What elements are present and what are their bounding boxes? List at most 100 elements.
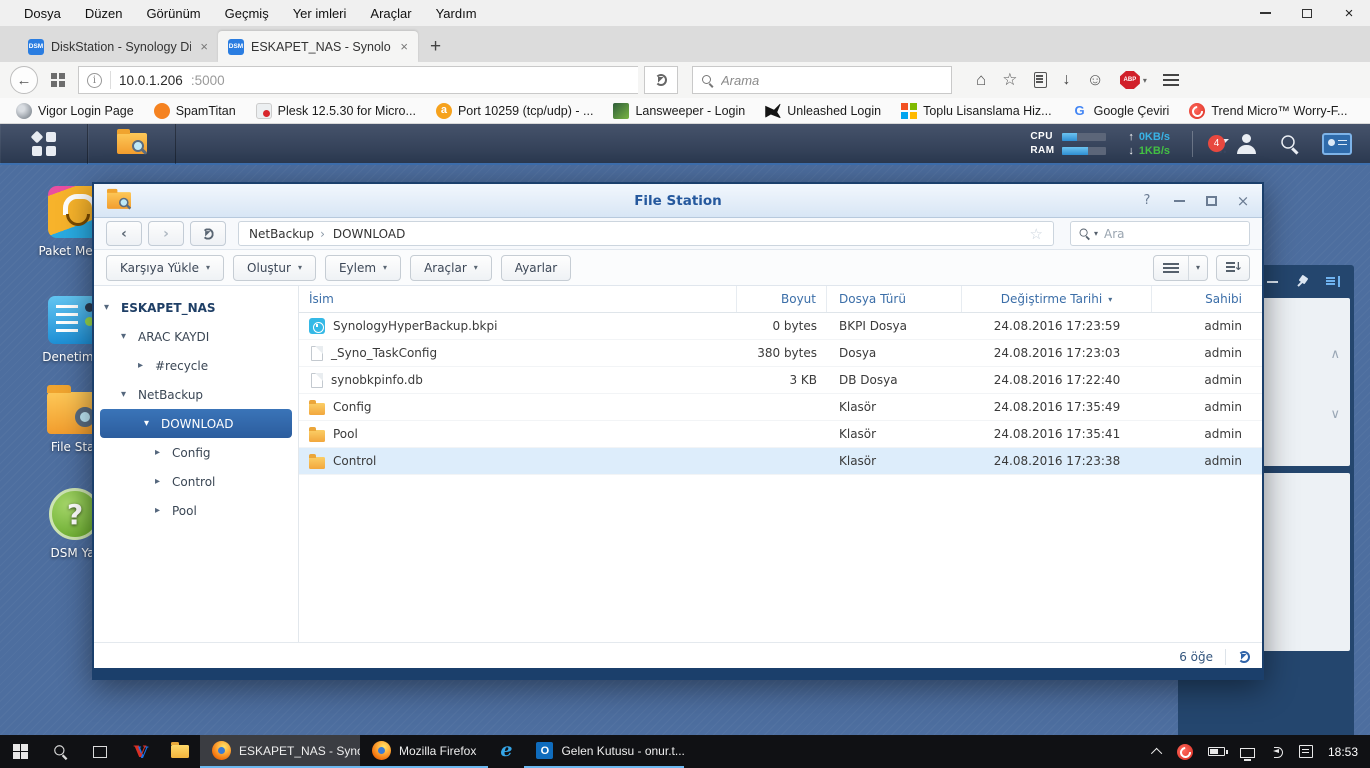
file-explorer-button[interactable]	[160, 735, 200, 768]
tree-item[interactable]: Control	[94, 467, 298, 496]
browser-tab[interactable]: DSM DiskStation - Synology Dis... ×	[18, 31, 218, 62]
browser-tab[interactable]: DSM ESKAPET_NAS - Synology ... ×	[218, 31, 418, 62]
menu-item[interactable]: Görünüm	[136, 3, 210, 24]
bookmarks-menu-icon[interactable]	[1034, 72, 1047, 88]
table-row[interactable]: _Syno_TaskConfig 380 bytes Dosya 24.08.2…	[299, 340, 1262, 367]
taskbar-search-button[interactable]	[40, 735, 80, 768]
main-menu-button[interactable]	[0, 124, 88, 164]
minimize-button[interactable]	[1170, 192, 1188, 210]
menu-item[interactable]: Dosya	[14, 3, 71, 24]
start-button[interactable]	[0, 735, 40, 768]
browser-search-input[interactable]	[721, 73, 943, 88]
menu-item[interactable]: Yer imleri	[283, 3, 357, 24]
table-row[interactable]: synobkpinfo.db 3 KB DB Dosya 24.08.2016 …	[299, 367, 1262, 394]
sort-button[interactable]	[1216, 255, 1250, 281]
v-app-button[interactable]: V	[120, 735, 160, 768]
tab-close-icon[interactable]: ×	[198, 39, 210, 54]
tree-expander-icon[interactable]	[155, 447, 165, 458]
adblock-button[interactable]: ABP ▾	[1120, 71, 1147, 89]
tree-item[interactable]: Pool	[94, 496, 298, 525]
bookmark-star-icon[interactable]: ☆	[1002, 70, 1017, 90]
tree-item[interactable]: ESKAPET_NAS	[94, 293, 298, 322]
tree-item[interactable]: DOWNLOAD	[100, 409, 292, 438]
tab-close-icon[interactable]: ×	[398, 39, 410, 54]
toolbar-button[interactable]: Oluştur ▾	[233, 255, 316, 281]
column-header-name[interactable]: İsim	[299, 286, 737, 312]
column-header-type[interactable]: Dosya Türü	[827, 286, 962, 312]
forward-button[interactable]: ›	[148, 221, 184, 246]
tree-expander-icon[interactable]	[155, 505, 165, 516]
bookmark-item[interactable]: SpamTitan	[146, 103, 244, 119]
taskbar-clock[interactable]: 18:53	[1328, 745, 1358, 759]
tree-expander-icon[interactable]	[121, 389, 131, 400]
table-row[interactable]: Config Klasör 24.08.2016 17:35:49 admin	[299, 394, 1262, 421]
user-menu-button[interactable]	[1237, 134, 1257, 154]
smiley-addon-icon[interactable]: ☺	[1087, 70, 1104, 90]
window-minimize-button[interactable]	[1244, 0, 1286, 26]
window-titlebar[interactable]: File Station ? ×	[94, 184, 1262, 218]
chevron-up-icon[interactable]: ∧	[1330, 346, 1340, 362]
breadcrumb-item[interactable]: DOWNLOAD	[320, 227, 405, 241]
back-button[interactable]: ←	[10, 66, 38, 94]
toolbar-button[interactable]: Karşıya Yükle ▾	[106, 255, 224, 281]
new-tab-button[interactable]: +	[418, 36, 455, 62]
tree-item[interactable]: ARAC KAYDI	[94, 322, 298, 351]
file-search-input[interactable]	[1104, 227, 1242, 241]
file-search-box[interactable]: ▾	[1070, 221, 1250, 246]
view-mode-button[interactable]: ▾	[1153, 255, 1208, 281]
tree-item[interactable]: Config	[94, 438, 298, 467]
widgets-button[interactable]	[1322, 133, 1352, 155]
action-center-icon[interactable]	[1299, 745, 1313, 758]
maximize-button[interactable]	[1202, 192, 1220, 210]
dsm-search-button[interactable]	[1280, 134, 1300, 154]
tree-expander-icon[interactable]	[144, 418, 154, 429]
taskbar-app-button[interactable]: Mozilla Firefox	[360, 735, 488, 768]
tree-expander-icon[interactable]	[104, 302, 114, 313]
site-info-icon[interactable]: i	[87, 73, 102, 88]
breadcrumb[interactable]: NetBackup DOWNLOAD ☆	[238, 221, 1054, 246]
widget-collapse-icon[interactable]	[1326, 276, 1340, 287]
browser-search-box[interactable]	[692, 66, 952, 94]
table-row[interactable]: SynologyHyperBackup.bkpi 0 bytes BKPI Do…	[299, 313, 1262, 340]
table-row[interactable]: Pool Klasör 24.08.2016 17:35:41 admin	[299, 421, 1262, 448]
menu-item[interactable]: Geçmiş	[215, 3, 279, 24]
close-button[interactable]: ×	[1234, 192, 1252, 210]
tree-item[interactable]: #recycle	[94, 351, 298, 380]
url-bar[interactable]: i 10.0.1.206:5000	[78, 66, 638, 94]
window-close-button[interactable]: ×	[1328, 0, 1370, 26]
bookmark-item[interactable]: Vigor Login Page	[8, 103, 142, 119]
tree-expander-icon[interactable]	[155, 476, 165, 487]
antivirus-tray-icon[interactable]	[1177, 744, 1193, 760]
menu-item[interactable]: Düzen	[75, 3, 133, 24]
bookmark-item[interactable]: Plesk 12.5.30 for Micro...	[248, 103, 424, 119]
column-header-owner[interactable]: Sahibi	[1152, 286, 1262, 312]
network-icon[interactable]	[1240, 748, 1255, 758]
tree-item[interactable]: NetBackup	[94, 380, 298, 409]
taskbar-app-button[interactable]: e	[488, 735, 524, 768]
pin-icon[interactable]	[1296, 276, 1308, 288]
chevron-down-icon[interactable]: ∨	[1330, 406, 1340, 422]
battery-icon[interactable]	[1208, 747, 1225, 756]
toolbar-button[interactable]: Ayarlar ▾	[501, 255, 571, 281]
menu-item[interactable]: Araçlar	[360, 3, 421, 24]
toolbar-button[interactable]: Eylem ▾	[325, 255, 401, 281]
bookmark-item[interactable]: Trend Micro™ Worry-F...	[1181, 103, 1355, 119]
home-icon[interactable]: ⌂	[976, 70, 986, 90]
page-grid-button[interactable]	[44, 66, 72, 94]
bookmark-item[interactable]: Port 10259 (tcp/udp) - ...	[428, 103, 602, 119]
hamburger-menu-icon[interactable]	[1163, 74, 1179, 86]
widget-minimize-icon[interactable]	[1267, 281, 1278, 283]
tray-expand-icon[interactable]	[1151, 747, 1162, 758]
speaker-icon[interactable]	[1270, 746, 1284, 758]
bookmark-item[interactable]: Google Çeviri	[1064, 103, 1178, 119]
taskbar-app-button[interactable]: O Gelen Kutusu - onur.t...	[524, 735, 684, 768]
help-button[interactable]: ?	[1138, 192, 1156, 210]
refresh-button[interactable]	[190, 221, 226, 246]
resource-meter[interactable]: CPU RAM	[1030, 131, 1106, 156]
column-header-modified[interactable]: Değiştirme Tarihi▾	[962, 286, 1152, 312]
window-maximize-button[interactable]	[1286, 0, 1328, 26]
back-button[interactable]: ‹	[106, 221, 142, 246]
menu-item[interactable]: Yardım	[426, 3, 487, 24]
tree-expander-icon[interactable]	[138, 360, 148, 371]
task-view-button[interactable]	[80, 735, 120, 768]
